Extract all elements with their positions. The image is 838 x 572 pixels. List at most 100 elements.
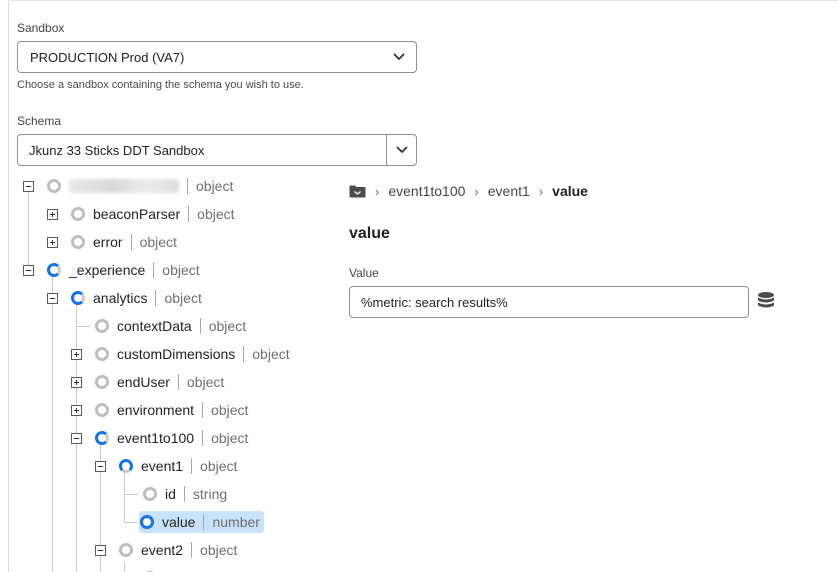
field-type: object bbox=[200, 458, 238, 474]
chevron-right-icon: › bbox=[375, 183, 380, 199]
chevron-right-icon: › bbox=[474, 183, 479, 199]
type-separator bbox=[191, 542, 193, 558]
expand-icon[interactable] bbox=[71, 376, 82, 388]
folder-icon[interactable] bbox=[349, 185, 366, 198]
tree-node-partial[interactable] bbox=[143, 567, 165, 572]
field-type: object bbox=[211, 430, 249, 446]
type-separator bbox=[199, 318, 201, 334]
collapse-icon[interactable] bbox=[47, 292, 58, 304]
field-name: _experience bbox=[69, 262, 146, 278]
field-type: object bbox=[252, 346, 290, 362]
chevron-down-icon bbox=[393, 53, 405, 60]
type-separator bbox=[153, 262, 155, 278]
tree-node-event2[interactable]: event2 object bbox=[95, 539, 237, 561]
tree-node-id[interactable]: id string bbox=[143, 483, 227, 505]
expand-icon[interactable] bbox=[47, 208, 58, 220]
breadcrumb-current: value bbox=[552, 183, 588, 199]
type-separator bbox=[130, 234, 132, 250]
tree-connector bbox=[124, 472, 125, 522]
field-selected-icon bbox=[140, 515, 154, 529]
tree-node-value-selected[interactable]: value number bbox=[139, 511, 264, 533]
tree-node-event1to100[interactable]: event1to100 object bbox=[71, 427, 248, 449]
field-status-icon bbox=[71, 235, 85, 249]
tree-node-experience[interactable]: _experience object bbox=[23, 259, 200, 281]
breadcrumb-item[interactable]: event1 bbox=[488, 183, 530, 199]
type-separator bbox=[202, 430, 204, 446]
tree-connector bbox=[124, 494, 138, 495]
collapse-icon[interactable] bbox=[95, 544, 106, 556]
type-separator bbox=[243, 346, 245, 362]
field-status-icon bbox=[119, 543, 133, 557]
field-status-icon bbox=[95, 319, 109, 333]
field-name: analytics bbox=[93, 290, 148, 306]
chevron-down-icon bbox=[396, 146, 408, 153]
field-name: error bbox=[93, 234, 123, 250]
sandbox-picker[interactable]: PRODUCTION Prod (VA7) bbox=[17, 41, 417, 73]
value-label: Value bbox=[349, 266, 379, 280]
field-type: object bbox=[164, 290, 202, 306]
schema-combobox bbox=[17, 134, 417, 166]
expand-icon[interactable] bbox=[71, 404, 82, 416]
type-separator bbox=[188, 206, 190, 222]
field-name: value bbox=[162, 514, 196, 530]
field-status-icon bbox=[71, 207, 85, 221]
type-separator bbox=[155, 290, 157, 306]
field-name: id bbox=[165, 486, 176, 502]
tree-node-environment[interactable]: environment object bbox=[71, 399, 248, 421]
field-type: object bbox=[200, 542, 238, 558]
breadcrumb: › event1to100 › event1 › value bbox=[349, 180, 588, 202]
panel-border-top bbox=[8, 0, 838, 1]
tree-connector bbox=[52, 276, 53, 572]
type-separator bbox=[191, 458, 193, 474]
field-partial-status-icon bbox=[47, 263, 61, 277]
data-element-icon[interactable] bbox=[757, 291, 775, 311]
tree-node-enduser[interactable]: endUser object bbox=[71, 371, 224, 393]
collapse-icon[interactable] bbox=[23, 180, 34, 192]
sandbox-help-text: Choose a sandbox containing the schema y… bbox=[17, 79, 304, 91]
expand-icon[interactable] bbox=[47, 236, 58, 248]
tree-node-analytics[interactable]: analytics object bbox=[47, 287, 202, 309]
collapse-icon[interactable] bbox=[23, 264, 34, 276]
field-type: object bbox=[162, 262, 200, 278]
tree-node-customdimensions[interactable]: customDimensions object bbox=[71, 343, 290, 365]
field-name: event2 bbox=[141, 542, 184, 558]
field-type: object bbox=[197, 206, 235, 222]
breadcrumb-item[interactable]: event1to100 bbox=[388, 183, 465, 199]
field-name: environment bbox=[117, 402, 195, 418]
field-type: object bbox=[186, 374, 225, 390]
tree-node-event1[interactable]: event1 object bbox=[95, 455, 237, 477]
field-partial-status-icon bbox=[95, 431, 109, 445]
field-name: contextData bbox=[117, 318, 192, 334]
type-separator bbox=[183, 486, 185, 502]
field-partial-status-icon bbox=[71, 291, 85, 305]
tree-node-contextdata[interactable]: contextData object bbox=[95, 315, 246, 337]
collapse-icon[interactable] bbox=[95, 460, 106, 472]
field-type: string bbox=[192, 486, 228, 502]
tree-node-error[interactable]: error object bbox=[47, 231, 177, 253]
type-separator bbox=[187, 178, 188, 194]
schema-dropdown-button[interactable] bbox=[387, 135, 417, 165]
field-status-icon bbox=[95, 375, 109, 389]
field-type: object bbox=[196, 178, 234, 194]
type-separator bbox=[177, 374, 179, 390]
field-title: value bbox=[349, 225, 390, 242]
field-type: object bbox=[211, 402, 249, 418]
field-status-icon bbox=[95, 403, 109, 417]
expand-icon[interactable] bbox=[71, 348, 82, 360]
value-input[interactable] bbox=[349, 286, 749, 318]
tree-node-beaconparser[interactable]: beaconParser object bbox=[47, 203, 235, 225]
schema-input[interactable] bbox=[18, 135, 386, 165]
tree-connector bbox=[124, 522, 138, 523]
field-name: endUser bbox=[117, 374, 170, 390]
sandbox-label: Sandbox bbox=[17, 21, 65, 35]
collapse-icon[interactable] bbox=[71, 432, 82, 444]
field-partial-status-icon bbox=[119, 459, 133, 473]
tree-node-root[interactable]: object bbox=[23, 175, 233, 197]
chevron-right-icon: › bbox=[538, 183, 544, 199]
type-separator bbox=[203, 514, 205, 530]
sandbox-value: PRODUCTION Prod (VA7) bbox=[30, 50, 185, 65]
field-status-icon bbox=[143, 487, 157, 501]
redacted-field-name bbox=[69, 179, 179, 193]
field-status-icon bbox=[95, 347, 109, 361]
schema-label: Schema bbox=[17, 114, 62, 128]
